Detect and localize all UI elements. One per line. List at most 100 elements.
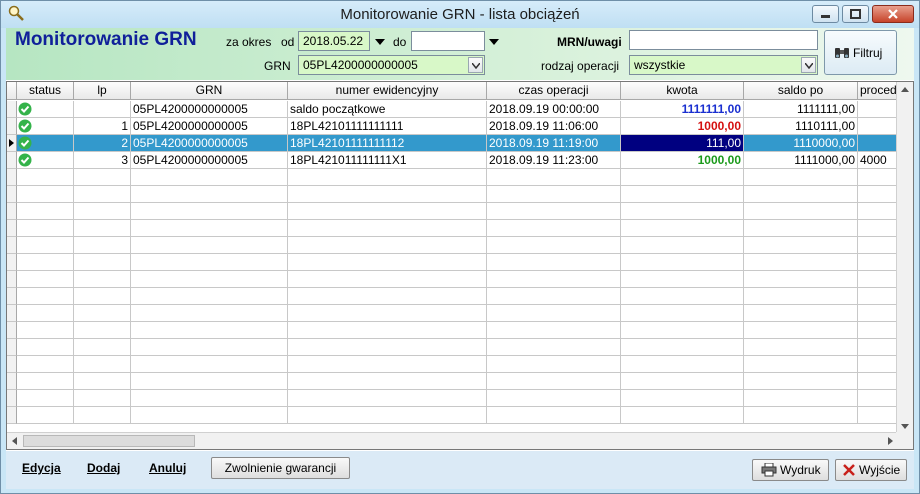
- row-selector[interactable]: [7, 356, 17, 373]
- filter-button[interactable]: Filtruj: [824, 30, 897, 75]
- date-from-dropdown-icon[interactable]: [373, 33, 387, 51]
- column-header-status[interactable]: status: [17, 82, 74, 100]
- date-to-dropdown-icon[interactable]: [487, 33, 501, 51]
- cell-czas: [487, 271, 621, 288]
- cell-kwota[interactable]: 111,00: [621, 135, 744, 152]
- row-selector[interactable]: [7, 339, 17, 356]
- chevron-down-icon: [805, 63, 813, 69]
- cell-numer[interactable]: 18PL42101111111111: [288, 118, 487, 135]
- cell-grn: [131, 186, 288, 203]
- date-from-field[interactable]: 2018.05.22: [298, 31, 370, 51]
- column-header-kwota[interactable]: kwota: [621, 82, 744, 100]
- cell-kwota: [621, 390, 744, 407]
- cell-status[interactable]: [17, 152, 74, 169]
- column-header-lp[interactable]: lp: [74, 82, 131, 100]
- minimize-button[interactable]: [812, 5, 839, 23]
- row-selector[interactable]: [7, 186, 17, 203]
- row-selector[interactable]: [7, 373, 17, 390]
- operation-type-select[interactable]: wszystkie: [629, 55, 818, 75]
- row-selector[interactable]: [7, 288, 17, 305]
- row-selector[interactable]: [7, 152, 17, 169]
- mrn-input[interactable]: [629, 30, 818, 50]
- cell-grn[interactable]: 05PL4200000000005: [131, 135, 288, 152]
- row-selector[interactable]: [7, 220, 17, 237]
- cell-saldo[interactable]: 1110111,00: [744, 118, 858, 135]
- scrollbar-corner: [896, 432, 913, 449]
- column-header-czas[interactable]: czas operacji: [487, 82, 621, 100]
- cell-status: [17, 288, 74, 305]
- cell-saldo[interactable]: 1111000,00: [744, 152, 858, 169]
- exit-button[interactable]: Wyjście: [835, 459, 907, 481]
- edit-link[interactable]: Edycja: [22, 461, 61, 475]
- cell-grn[interactable]: 05PL4200000000005: [131, 152, 288, 169]
- cell-grn[interactable]: 05PL4200000000005: [131, 118, 288, 135]
- date-to-field[interactable]: [411, 31, 485, 51]
- cell-lp[interactable]: 3: [74, 152, 131, 169]
- row-selector[interactable]: [7, 169, 17, 186]
- row-selector[interactable]: [7, 101, 17, 118]
- cell-status[interactable]: [17, 135, 74, 152]
- cell-saldo: [744, 339, 858, 356]
- cell-proced[interactable]: [858, 101, 898, 118]
- row-selector[interactable]: [7, 203, 17, 220]
- row-selector[interactable]: [7, 237, 17, 254]
- cell-grn[interactable]: 05PL4200000000005: [131, 101, 288, 118]
- cell-lp[interactable]: 1: [74, 118, 131, 135]
- row-selector[interactable]: [7, 135, 17, 152]
- operation-type-select-arrow[interactable]: [801, 57, 816, 73]
- horizontal-scroll-thumb[interactable]: [23, 435, 195, 447]
- row-selector[interactable]: [7, 390, 17, 407]
- row-selector[interactable]: [7, 118, 17, 135]
- row-selector[interactable]: [7, 271, 17, 288]
- cell-lp: [74, 169, 131, 186]
- cell-saldo[interactable]: 1111111,00: [744, 101, 858, 118]
- cell-numer[interactable]: saldo początkowe: [288, 101, 487, 118]
- horizontal-scrollbar[interactable]: [7, 432, 898, 449]
- row-selector[interactable]: [7, 254, 17, 271]
- row-selector[interactable]: [7, 305, 17, 322]
- column-header-proced[interactable]: proced: [858, 82, 898, 100]
- cell-kwota[interactable]: 1000,00: [621, 152, 744, 169]
- grn-select-arrow[interactable]: [468, 57, 483, 73]
- cell-grn: [131, 237, 288, 254]
- cell-lp[interactable]: [74, 101, 131, 118]
- data-grid[interactable]: status lp GRN numer ewidencyjny czas ope…: [6, 81, 914, 450]
- scroll-up-icon[interactable]: [897, 82, 913, 98]
- cell-saldo[interactable]: 1110000,00: [744, 135, 858, 152]
- column-header-numer[interactable]: numer ewidencyjny: [288, 82, 487, 100]
- cell-czas[interactable]: 2018.09.19 00:00:00: [487, 101, 621, 118]
- row-selector[interactable]: [7, 322, 17, 339]
- cell-kwota[interactable]: 1111111,00: [621, 101, 744, 118]
- cell-lp: [74, 356, 131, 373]
- cell-status[interactable]: [17, 101, 74, 118]
- close-window-button[interactable]: [872, 5, 914, 23]
- cell-status[interactable]: [17, 118, 74, 135]
- scroll-left-icon[interactable]: [7, 433, 23, 449]
- vertical-scrollbar[interactable]: [896, 82, 913, 434]
- cell-czas[interactable]: 2018.09.19 11:19:00: [487, 135, 621, 152]
- cancel-link[interactable]: Anuluj: [149, 461, 186, 475]
- row-selector[interactable]: [7, 407, 17, 424]
- print-button[interactable]: Wydruk: [752, 459, 829, 481]
- cell-lp[interactable]: 2: [74, 135, 131, 152]
- window-title: Monitorowanie GRN - lista obciążeń: [340, 6, 580, 23]
- column-header-saldo[interactable]: saldo po: [744, 82, 858, 100]
- cell-kwota: [621, 220, 744, 237]
- to-label: do: [393, 35, 407, 49]
- cell-proced[interactable]: 4000: [858, 152, 898, 169]
- cell-numer[interactable]: 18PL421011111111X1: [288, 152, 487, 169]
- cell-numer[interactable]: 18PL42101111111112: [288, 135, 487, 152]
- cell-proced[interactable]: [858, 118, 898, 135]
- column-header-grn[interactable]: GRN: [131, 82, 288, 100]
- cell-kwota: [621, 288, 744, 305]
- grn-select[interactable]: 05PL4200000000005: [298, 55, 485, 75]
- cell-czas[interactable]: 2018.09.19 11:06:00: [487, 118, 621, 135]
- release-guarantee-button[interactable]: Zwolnienie gwarancji: [211, 457, 350, 479]
- cell-kwota[interactable]: 1000,00: [621, 118, 744, 135]
- cell-proced: [858, 237, 898, 254]
- cell-czas[interactable]: 2018.09.19 11:23:00: [487, 152, 621, 169]
- page-title: Monitorowanie GRN: [15, 29, 197, 50]
- maximize-button[interactable]: [842, 5, 869, 23]
- add-link[interactable]: Dodaj: [87, 461, 120, 475]
- cell-proced[interactable]: [858, 135, 898, 152]
